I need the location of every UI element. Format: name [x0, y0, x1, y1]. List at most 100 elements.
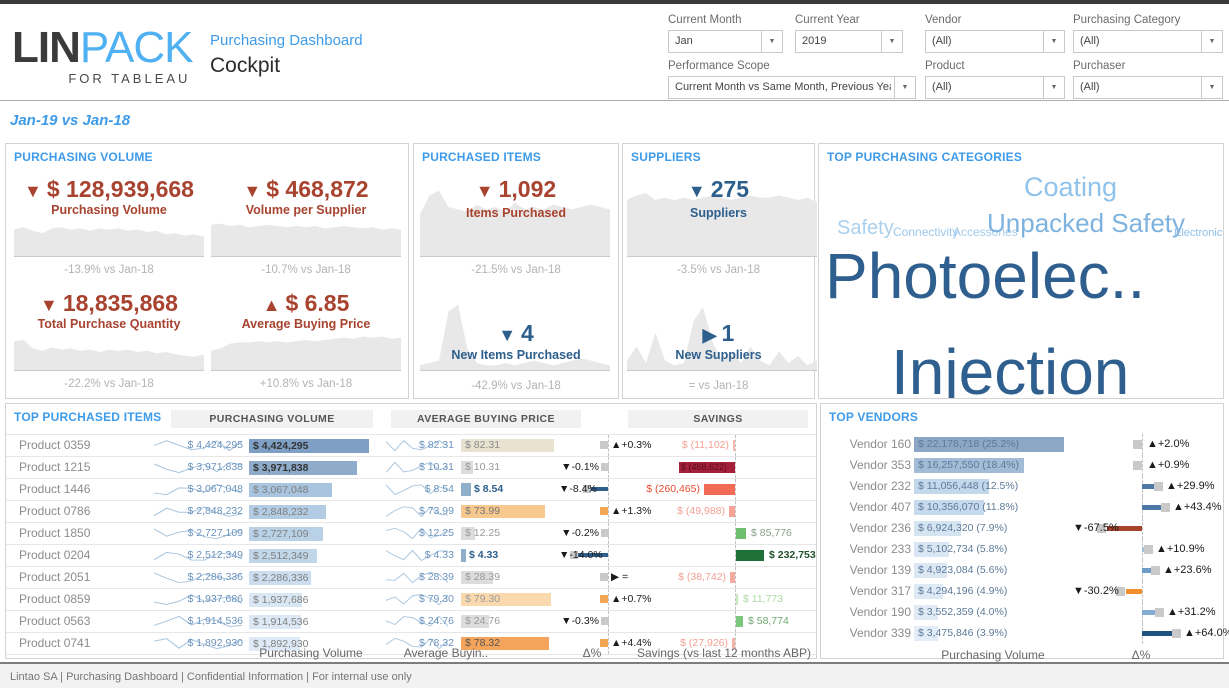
category-word[interactable]: Coating [1024, 174, 1117, 201]
savings-cell: $ (49,988) [646, 501, 816, 522]
volume-bar-cell: $ 4,424,295 [249, 435, 373, 456]
table-row[interactable]: Vendor 190 $ 3,552,359 (4.0%) ▲+31.2% [821, 602, 1223, 623]
category-word[interactable]: Photoelec.. [825, 244, 1145, 308]
chevron-down-icon[interactable]: ▼ [1201, 77, 1222, 98]
volume-bar-cell: $ 2,286,336 [249, 567, 373, 588]
vendor-dropdown[interactable]: (All) ▼ [925, 30, 1065, 53]
vendor-volume-label: $ 3,475,846 (3.9%) [918, 626, 1007, 641]
performance-scope-dropdown[interactable]: Current Month vs Same Month, Previous Ye… [668, 76, 916, 99]
table-row[interactable]: Vendor 236 $ 6,924,320 (7.9%) ▼-67.5% [821, 518, 1223, 539]
chevron-down-icon[interactable]: ▼ [894, 77, 915, 98]
chevron-down-icon[interactable]: ▼ [1043, 77, 1064, 98]
delta-label: ▲+2.0% [1147, 434, 1189, 455]
savings-cell: $ (260,465) [646, 479, 816, 500]
kpi-new-suppliers[interactable]: ▶1New Suppliers= vs Jan-18 [625, 284, 812, 397]
savings-bar[interactable] [729, 506, 735, 517]
previous-value-marker [600, 441, 608, 449]
category-word[interactable]: Safety [837, 218, 894, 238]
abp-bar-cell: $ 10.31 [461, 457, 558, 478]
table-row[interactable]: Product 0859 $ 1,937,686 $ 1,937,686 $ 7… [6, 589, 816, 611]
filter-label: Current Year [795, 14, 903, 26]
table-row[interactable]: Product 0359 $ 4,424,295 $ 4,424,295 $ 8… [6, 435, 816, 457]
abp-bar-label: $ 10.31 [465, 461, 500, 474]
vendor-bar-cell: $ 10,356,070 (11.8%) [914, 497, 1072, 518]
savings-bar[interactable] [730, 572, 735, 583]
abp-bar-label: $ 79.30 [465, 593, 500, 606]
table-row[interactable]: Vendor 317 $ 4,294,196 (4.9%) ▼-30.2% [821, 581, 1223, 602]
table-row[interactable]: Vendor 233 $ 5,102,734 (5.8%) ▲+10.9% [821, 539, 1223, 560]
table-row[interactable]: Vendor 232 $ 11,056,448 (12.5%) ▲+29.9% [821, 476, 1223, 497]
table-row[interactable]: Vendor 139 $ 4,923,084 (5.6%) ▲+23.6% [821, 560, 1223, 581]
panel-top-vendors: TOP VENDORS Vendor 160 $ 22,178,718 (25.… [820, 403, 1224, 659]
reference-line [608, 545, 609, 566]
filter-vendor: Vendor (All) ▼ [925, 14, 1065, 53]
vendor-name: Vendor 160 [847, 434, 911, 455]
category-word[interactable]: Injection [891, 340, 1129, 399]
vendor-delta-cell: ▲+29.9% [1073, 476, 1221, 497]
current-year-dropdown[interactable]: 2019 ▼ [795, 30, 903, 53]
purchasing-category-dropdown[interactable]: (All) ▼ [1073, 30, 1223, 53]
abp-delta-cell: ▼-14.0% [559, 545, 644, 566]
table-row[interactable]: Vendor 160 $ 22,178,718 (25.2%) ▲+2.0% [821, 434, 1223, 455]
category-word[interactable]: Unpacked Safety [987, 210, 1185, 236]
category-word[interactable]: Connectivity [893, 226, 958, 238]
table-row[interactable]: Vendor 407 $ 10,356,070 (11.8%) ▲+43.4% [821, 497, 1223, 518]
table-row[interactable]: Vendor 339 $ 3,475,846 (3.9%) ▲+64.0% [821, 623, 1223, 644]
abp-bar[interactable] [461, 549, 466, 562]
kpi-new-items-purchased[interactable]: ▼4New Items Purchased-42.9% vs Jan-18 [418, 284, 614, 397]
savings-bar[interactable] [736, 594, 738, 605]
savings-bar[interactable] [736, 528, 746, 539]
savings-bar[interactable] [704, 484, 735, 495]
kpi-suppliers[interactable]: ▼275Suppliers-3.5% vs Jan-18 [625, 170, 812, 283]
abp-bar[interactable] [461, 483, 471, 496]
table-row[interactable]: Product 1446 $ 3,067,048 $ 3,067,048 $ 8… [6, 479, 816, 501]
product-dropdown[interactable]: (All) ▼ [925, 76, 1065, 99]
trend-arrow-icon: ▼ [688, 181, 706, 201]
savings-bar[interactable] [736, 616, 743, 627]
chevron-down-icon[interactable]: ▼ [1043, 31, 1064, 52]
reference-line [735, 501, 736, 522]
product-name: Product 0859 [19, 589, 159, 610]
vendor-name: Vendor 339 [847, 623, 911, 644]
current-month-dropdown[interactable]: Jan ▼ [668, 30, 783, 53]
chevron-down-icon[interactable]: ▼ [881, 31, 902, 52]
table-row[interactable]: Product 1850 $ 2,727,109 $ 2,727,109 $ 1… [6, 523, 816, 545]
vendor-volume-label: $ 4,294,196 (4.9%) [918, 584, 1007, 599]
table-row[interactable]: Product 0204 $ 2,512,349 $ 2,512,349 $ 4… [6, 545, 816, 567]
volume-value: $ 2,848,232 [171, 501, 243, 522]
purchaser-dropdown[interactable]: (All) ▼ [1073, 76, 1223, 99]
table-row[interactable]: Product 0563 $ 1,914,536 $ 1,914,536 $ 2… [6, 611, 816, 633]
kpi-delta: +10.8% vs Jan-18 [209, 378, 403, 390]
savings-label: $ 85,776 [751, 523, 792, 544]
savings-bar[interactable] [733, 440, 735, 451]
purchasing-dashboard: LINPACK FOR TABLEAU Purchasing Dashboard… [0, 0, 1229, 688]
table-row[interactable]: Product 0786 $ 2,848,232 $ 2,848,232 $ 7… [6, 501, 816, 523]
dashboard-title: Purchasing Dashboard [210, 32, 363, 49]
savings-bar[interactable] [736, 550, 764, 561]
vendor-volume-label: $ 3,552,359 (4.0%) [918, 605, 1007, 620]
kpi-total-purchase-quantity[interactable]: ▼18,835,868Total Purchase Quantity-22.2%… [12, 284, 206, 397]
abp-value: $ 82.31 [394, 435, 454, 456]
product-name: Product 0563 [19, 611, 159, 632]
abp-bar-label: $ 28.39 [465, 571, 500, 584]
table-row[interactable]: Product 2051 $ 2,286,336 $ 2,286,336 $ 2… [6, 567, 816, 589]
abp-value: $ 28.39 [394, 567, 454, 588]
kpi-average-buying-price[interactable]: ▲$ 6.85Average Buying Price+10.8% vs Jan… [209, 284, 403, 397]
savings-cell: $ (11,102) [646, 435, 816, 456]
kpi-trend-area [14, 334, 204, 371]
kpi-items-purchased[interactable]: ▼1,092Items Purchased-21.5% vs Jan-18 [418, 170, 614, 283]
vendor-delta-cell: ▲+64.0% [1073, 623, 1221, 644]
kpi-purchasing-volume[interactable]: ▼$ 128,939,668Purchasing Volume-13.9% vs… [12, 170, 206, 283]
filter-label: Performance Scope [668, 60, 916, 72]
kpi-volume-per-supplier[interactable]: ▼$ 468,872Volume per Supplier-10.7% vs J… [209, 170, 403, 283]
category-word[interactable]: Electronics [1174, 228, 1224, 239]
vendor-bar-cell: $ 16,257,550 (18.4%) [914, 455, 1072, 476]
chevron-down-icon[interactable]: ▼ [761, 31, 782, 52]
vendor-name: Vendor 236 [847, 518, 911, 539]
chevron-down-icon[interactable]: ▼ [1201, 31, 1222, 52]
dropdown-value: (All) [1080, 35, 1198, 47]
volume-bar-label: $ 1,914,536 [253, 615, 308, 629]
dashboard-subtitle: Cockpit [210, 54, 363, 78]
table-row[interactable]: Product 1215 $ 3,971,838 $ 3,971,838 $ 1… [6, 457, 816, 479]
table-row[interactable]: Vendor 353 $ 16,257,550 (18.4%) ▲+0.9% [821, 455, 1223, 476]
